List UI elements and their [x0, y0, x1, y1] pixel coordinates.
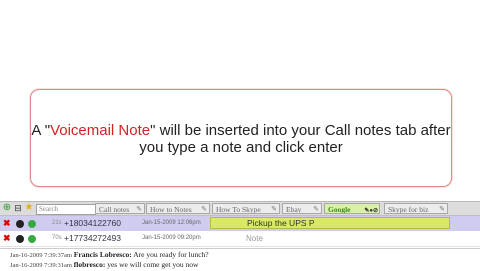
- chat-time: Jan-16-2009 7:39:37am: [10, 252, 72, 259]
- tab-skype-for-biz[interactable]: Skype for biz ✎: [384, 203, 448, 214]
- callout-line1-pre: A ": [31, 122, 51, 139]
- tab-label: Google: [328, 205, 351, 214]
- pin-icon: ✎: [439, 205, 445, 213]
- callout-text: A "Voicemail Note" will be inserted into…: [31, 122, 451, 156]
- call-date: Jan-15-2009 12:06pm: [142, 220, 201, 226]
- pin-icon: ✎: [271, 205, 277, 213]
- callout-line-2: you type a note and click enter: [139, 139, 343, 156]
- tab-label: Ebay: [286, 205, 302, 214]
- tab-label: Skype for biz: [388, 205, 429, 214]
- tab-label: How to Notes: [150, 205, 192, 214]
- chat-text: yes we will come get you now: [105, 260, 199, 269]
- add-icon[interactable]: ⊕: [2, 203, 12, 213]
- pin-icon: ✎: [136, 205, 142, 213]
- tab-toolbar: ⊕ ⊟ ★ Search Call notes ✎ How to Notes ✎ H…: [0, 201, 480, 216]
- note-input[interactable]: Pickup the UPS P: [210, 217, 450, 229]
- tab-label: How To Skype: [216, 205, 261, 214]
- tab-options-icon[interactable]: ✎●⊘: [364, 206, 378, 213]
- chat-message: Jan-16-2009 7:39:37am Francis Lobresco: …: [10, 250, 209, 259]
- window-icon[interactable]: ⊟: [13, 203, 23, 213]
- chat-message: Jan-16-2009 7:39:31am flobresco: yes we …: [10, 260, 198, 269]
- call-number: +18034122760: [64, 218, 121, 228]
- star-icon[interactable]: ★: [24, 203, 34, 213]
- tab-how-to-notes[interactable]: How to Notes ✎: [146, 203, 210, 214]
- tab-ebay[interactable]: Ebay ✎: [282, 203, 322, 214]
- pin-icon: ✎: [313, 205, 319, 213]
- call-row[interactable]: ✖ 21s +18034122760 Jan-15-2009 12:06pm P…: [0, 216, 480, 231]
- tab-call-notes[interactable]: Call notes ✎: [95, 203, 145, 214]
- chat-log: Jan-16-2009 7:39:37am Francis Lobresco: …: [0, 248, 480, 271]
- record-icon[interactable]: [16, 220, 24, 228]
- chat-sender: Francis Lobresco:: [73, 250, 132, 259]
- search-input[interactable]: Search: [36, 204, 96, 215]
- chat-time: Jan-16-2009 7:39:31am: [10, 262, 72, 269]
- instruction-callout: A "Voicemail Note" will be inserted into…: [30, 89, 452, 187]
- call-icon[interactable]: [28, 220, 36, 228]
- callout-line1-post: " will be inserted into your Call notes …: [150, 122, 451, 139]
- tab-google[interactable]: Google ✎●⊘: [324, 203, 380, 214]
- tab-how-to-skype[interactable]: How To Skype ✎: [212, 203, 280, 214]
- call-row[interactable]: ✖ 70s +17734272493 Jan-15-2009 09:20pm N…: [0, 231, 480, 247]
- call-duration: 70s: [52, 235, 62, 241]
- pin-icon: ✎: [201, 205, 207, 213]
- note-input[interactable]: Note: [246, 231, 263, 246]
- tab-label: Call notes: [99, 205, 130, 214]
- call-number: +17734272493: [64, 233, 121, 243]
- callout-highlight: Voicemail Note: [50, 122, 151, 139]
- delete-icon[interactable]: ✖: [3, 231, 11, 246]
- call-duration: 21s: [52, 220, 62, 226]
- record-icon[interactable]: [16, 235, 24, 243]
- call-icon[interactable]: [28, 235, 36, 243]
- delete-icon[interactable]: ✖: [3, 216, 11, 231]
- chat-text: Are you ready for lunch?: [131, 250, 209, 259]
- chat-sender: flobresco:: [73, 260, 106, 269]
- callout-line-1: A "Voicemail Note" will be inserted into…: [31, 122, 451, 139]
- call-date: Jan-15-2009 09:20pm: [142, 235, 201, 241]
- note-value: Pickup the UPS P: [247, 218, 315, 228]
